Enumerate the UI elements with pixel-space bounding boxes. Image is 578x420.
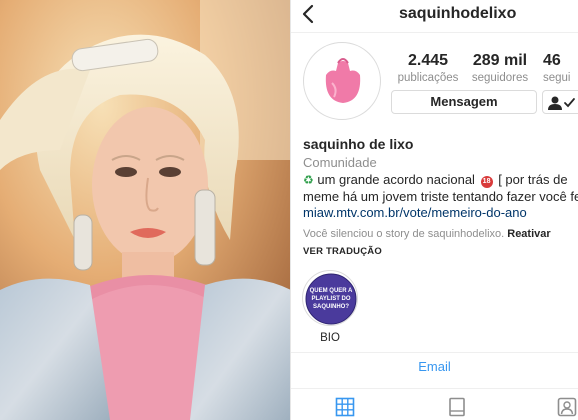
stat-following[interactable]: 46 segui: [543, 52, 578, 84]
feed-icon[interactable]: [447, 397, 467, 417]
posts-label: publicações: [397, 72, 459, 84]
portrait-illustration: [0, 0, 291, 420]
following-count: 46: [543, 52, 561, 69]
reactivate-link[interactable]: Reativar: [507, 228, 550, 240]
bio-website-link[interactable]: miaw.mtv.com.br/vote/memeiro-do-ano: [303, 205, 527, 220]
profile-username-title: saquinhodelixo: [399, 5, 517, 22]
no-entry-icon: 18: [480, 176, 493, 188]
top-bar: saquinhodelixo: [291, 0, 578, 30]
see-translation-link[interactable]: VER TRADUÇÃO: [303, 246, 382, 257]
highlight-cover-image: QUEM QUER A PLAYLIST DO SAQUINHO?: [305, 273, 357, 325]
followers-count: 289 mil: [472, 52, 528, 69]
highlight-cover-text-1: QUEM QUER A: [310, 288, 353, 294]
highlight-cover-text-3: SAQUINHO?: [313, 304, 349, 310]
tagged-person-icon[interactable]: [557, 397, 577, 417]
story-highlight-bio[interactable]: QUEM QUER A PLAYLIST DO SAQUINHO?: [302, 270, 358, 326]
contact-divider-top: [291, 352, 578, 353]
highlight-cover-text-2: PLAYLIST DO: [311, 296, 350, 302]
profile-avatar[interactable]: [303, 42, 381, 120]
following-label: segui: [543, 72, 571, 84]
bio-text-line-1: ♻ um grande acordo nacional 18 [ por trá…: [303, 172, 568, 188]
muted-story-notice: Você silenciou o story de saquinhodelixo…: [303, 228, 551, 240]
instagram-profile-panel: saquinhodelixo 2.445 publicações 289 mil…: [291, 0, 578, 420]
email-button[interactable]: Email: [291, 359, 578, 374]
message-button[interactable]: Mensagem: [391, 90, 537, 114]
followers-label: seguidores: [471, 72, 529, 84]
stat-posts[interactable]: 2.445 publicações: [395, 52, 461, 84]
profile-photo-image: [0, 0, 291, 420]
bio-text-1-tail: [ por trás de: [498, 172, 568, 187]
grid-icon[interactable]: [335, 397, 355, 417]
bio-text-line-2: meme há um jovem triste tentando fazer v…: [303, 189, 578, 204]
chevron-left-icon[interactable]: [301, 4, 317, 24]
person-check-icon: [548, 96, 575, 110]
highlight-label: BIO: [320, 332, 340, 344]
bio-text-1: um grande acordo nacional: [317, 172, 475, 187]
contact-divider-bottom: [291, 388, 578, 389]
top-bar-divider: [291, 32, 578, 33]
recycle-icon: ♻: [303, 173, 314, 187]
posts-count: 2.445: [407, 52, 449, 69]
muted-story-text: Você silenciou o story de saquinhodelixo…: [303, 228, 505, 240]
stat-followers[interactable]: 289 mil seguidores: [467, 52, 533, 84]
profile-category: Comunidade: [303, 155, 377, 170]
following-status-button[interactable]: [542, 90, 578, 114]
profile-display-name: saquinho de lixo: [303, 136, 414, 152]
trash-bag-avatar-image: [309, 48, 377, 116]
